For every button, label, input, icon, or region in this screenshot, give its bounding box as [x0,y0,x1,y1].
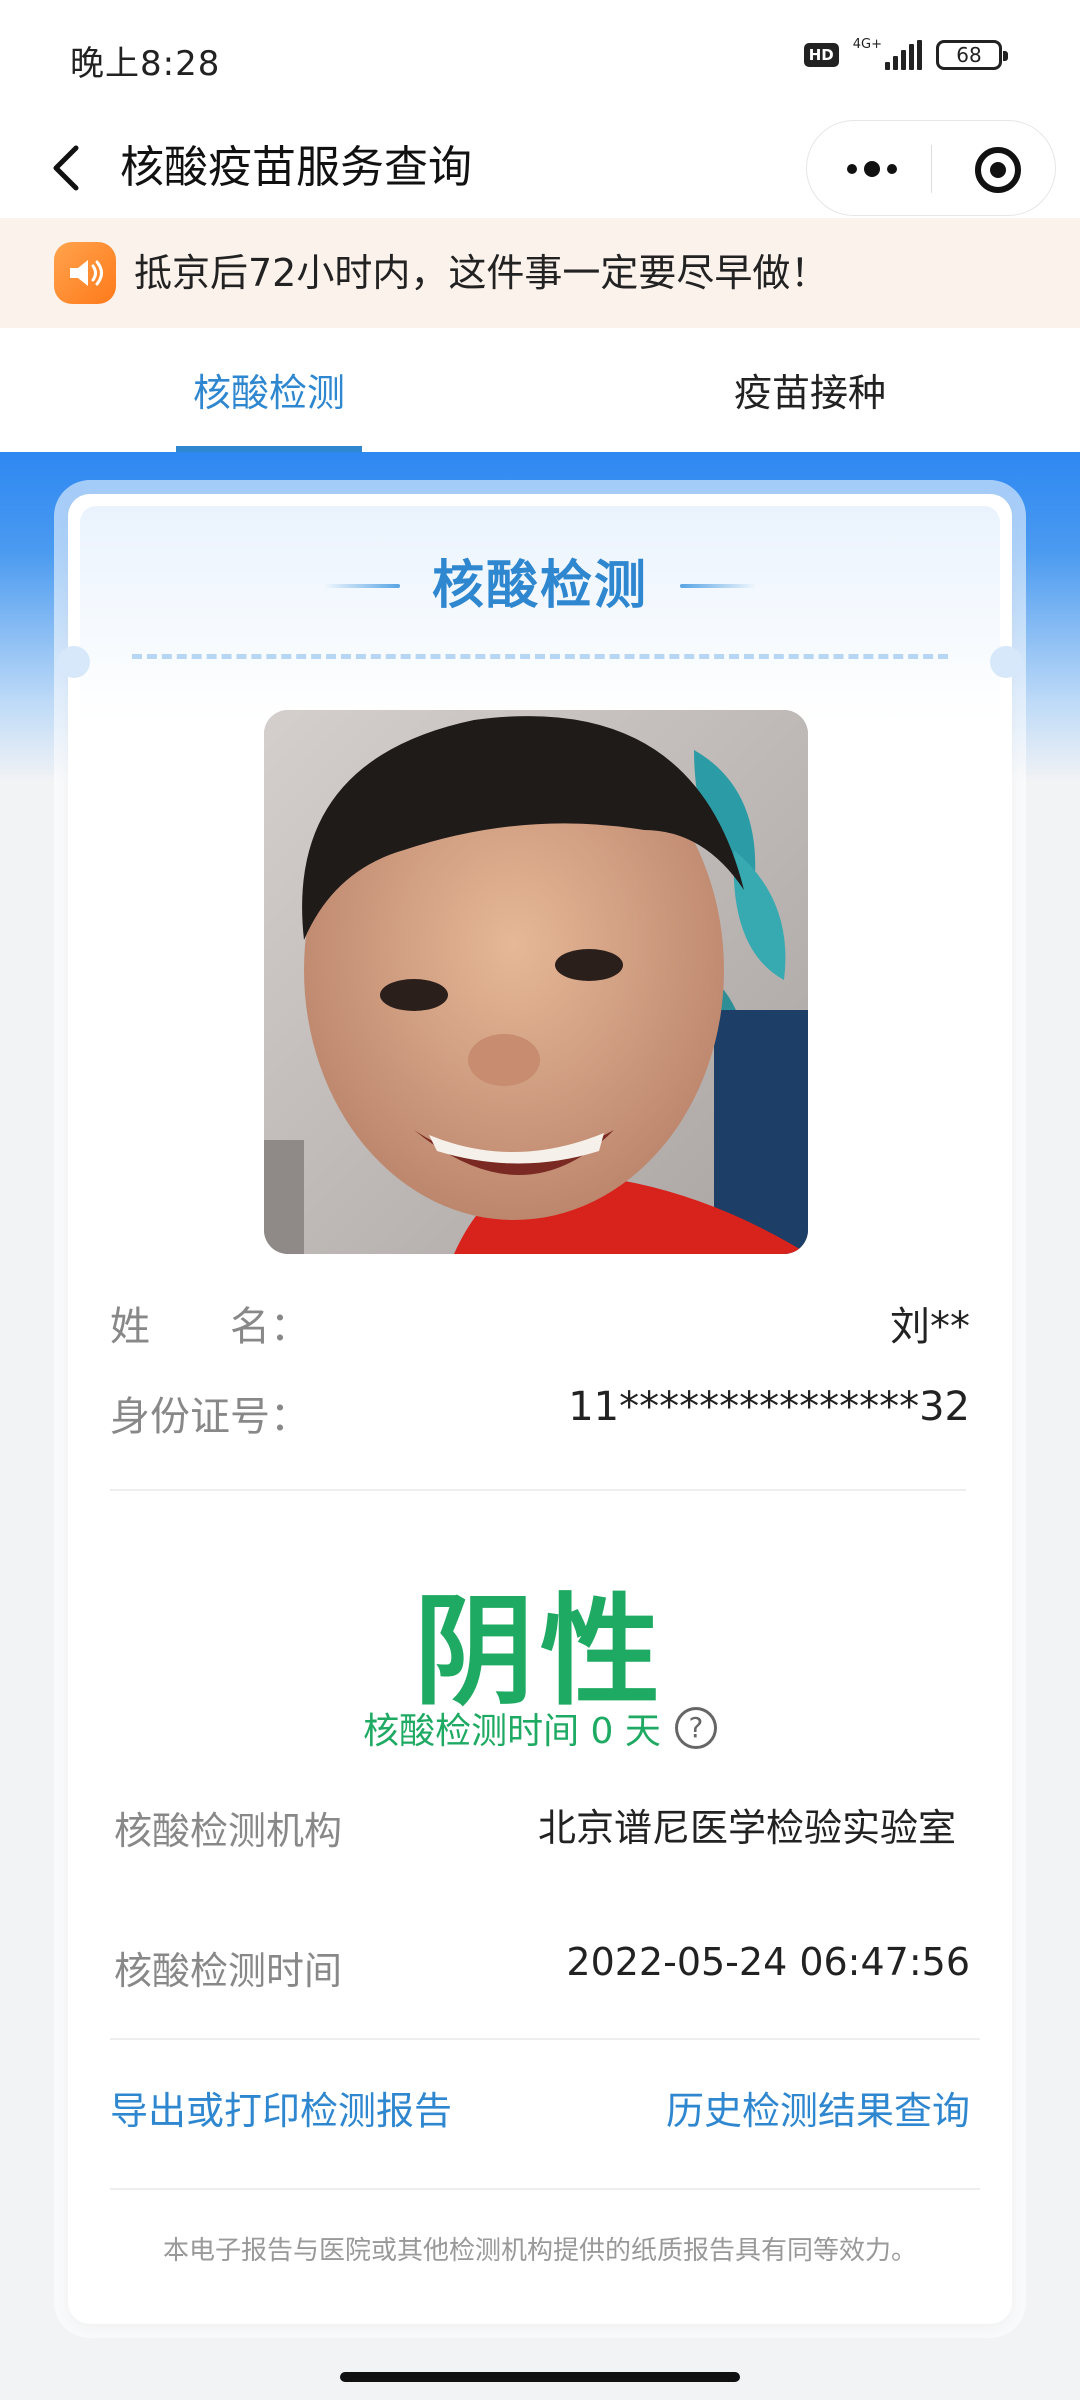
test-time-value: 2022-05-24 06:47:56 [566,1940,970,1984]
card-title-wrap: 核酸检测 [68,554,1012,618]
tab-bar: 核酸检测 疫苗接种 [0,328,1080,452]
name-value: 刘** [890,1304,970,1350]
home-indicator[interactable] [340,2372,740,2382]
divider [110,2038,980,2040]
status-bar: 晚上8:28 HD 4G+ 68 [0,0,1080,118]
help-icon[interactable]: ? [674,1707,717,1749]
battery-level: 68 [956,43,982,67]
more-icon[interactable] [837,149,907,189]
tab-vaccination[interactable]: 疫苗接种 [700,328,920,452]
network-label: 4G+ [852,37,882,52]
notice-text: 抵京后72小时内，这件事一定要尽早做！ [134,251,829,295]
export-report-link[interactable]: 导出或打印检测报告 [110,2080,452,2135]
speaker-icon [54,242,116,304]
card-notch-right [990,646,1022,678]
notice-banner[interactable]: 抵京后72小时内，这件事一定要尽早做！ [0,218,1080,328]
status-time: 晚上8:28 [70,44,221,84]
history-results-link[interactable]: 历史检测结果查询 [666,2080,970,2135]
chevron-left-icon [53,145,79,191]
test-time-label: 核酸检测时间 [114,1949,343,1993]
user-photo [264,710,808,1254]
card-notch-left [58,646,90,678]
page-title: 核酸疫苗服务查询 [120,142,472,193]
tab-nucleic-acid-test[interactable]: 核酸检测 [176,328,362,452]
id-value: 11***************32 [568,1384,970,1430]
signal-icon: 4G+ [852,37,922,70]
status-icons: HD 4G+ 68 [803,37,1008,70]
nav-bar: 核酸疫苗服务查询 [0,118,1080,218]
name-label: 姓 名： [110,1304,310,1350]
mini-program-capsule [806,120,1056,216]
test-age-text: 核酸检测时间 0 天 [363,1711,661,1752]
divider [110,1489,966,1491]
title-decoration-right [680,584,756,588]
back-button[interactable] [38,136,102,200]
id-label: 身份证号： [110,1394,310,1440]
title-decoration-left [324,584,400,588]
card-title: 核酸检测 [431,556,648,616]
close-target-icon[interactable] [975,147,1021,193]
hd-badge: HD [803,43,839,67]
disclaimer-text: 本电子报告与医院或其他检测机构提供的纸质报告具有同等效力。 [162,2236,917,2266]
divider [110,2188,980,2190]
test-result-card: 核酸检测 姓 名： 刘** 身份证号： 11***************32 … [58,494,1022,2324]
battery-icon: 68 [936,40,1008,70]
test-age-row: 核酸检测时间 0 天 ? [68,1702,1012,1754]
org-value: 北京谱尼医学检验实验室 [538,1806,957,1850]
capsule-divider [931,145,932,193]
dashed-divider [132,654,948,659]
org-label: 核酸检测机构 [114,1809,343,1853]
